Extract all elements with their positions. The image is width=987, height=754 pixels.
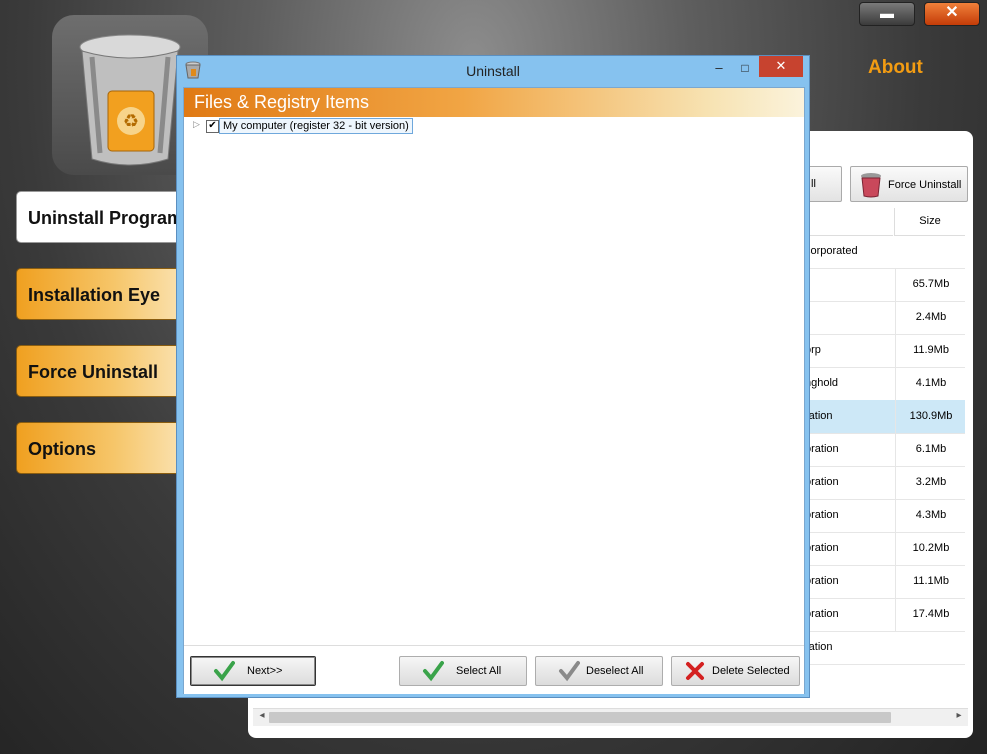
- size-cell: 6.1Mb: [895, 433, 966, 466]
- nav-installation-eye[interactable]: Installation Eye: [16, 268, 196, 320]
- table-row[interactable]: oration 3.2Mb: [805, 466, 965, 500]
- size-cell: 11.9Mb: [895, 334, 966, 367]
- dialog-minimize-button[interactable]: ‒: [711, 58, 727, 78]
- table-row[interactable]: .2.4Mb: [805, 301, 965, 335]
- size-cell: 130.9Mb: [895, 400, 966, 433]
- size-header-label: Size: [919, 215, 941, 227]
- nav-uninstall-programs[interactable]: Uninstall Programs: [16, 191, 196, 243]
- trash-can-icon: [861, 173, 881, 198]
- svg-text:♻: ♻: [123, 111, 139, 131]
- publisher-cell: oration: [805, 443, 839, 455]
- red-x-icon: [686, 662, 704, 680]
- force-uninstall-label: Force Uninstall: [888, 179, 962, 191]
- size-cell: 17.4Mb: [895, 598, 966, 631]
- scroll-right-icon[interactable]: ▸: [952, 710, 966, 721]
- publisher-cell: orp: [805, 344, 821, 356]
- app-close-button[interactable]: ✕: [924, 2, 980, 26]
- table-row[interactable]: oration 6.1Mb: [805, 433, 965, 467]
- publisher-cell: ration: [805, 410, 833, 422]
- next-button[interactable]: Next>>: [190, 656, 316, 686]
- publisher-cell: oration: [805, 608, 839, 620]
- dialog-body: Files & Registry Items ▷ ✔ My computer (…: [183, 87, 805, 694]
- app-minimize-button[interactable]: ▬: [859, 2, 915, 26]
- table-row[interactable]: oration 4.3Mb: [805, 499, 965, 533]
- checkmark-icon: [423, 661, 444, 682]
- uninstall-button-label: ll: [811, 178, 816, 190]
- size-cell: 2.4Mb: [895, 301, 966, 334]
- publisher-cell: oration: [805, 542, 839, 554]
- column-header-size[interactable]: Size: [894, 208, 965, 236]
- size-cell: 10.2Mb: [895, 532, 966, 565]
- deselect-all-button[interactable]: Deselect All: [535, 656, 663, 686]
- force-uninstall-button[interactable]: Force Uninstall: [850, 166, 968, 202]
- gray-checkmark-icon: [559, 661, 580, 682]
- table-row[interactable]: oration 11.1Mb: [805, 565, 965, 599]
- recycle-bin-icon: ♻: [79, 34, 181, 166]
- table-row[interactable]: nghold 4.1Mb: [805, 367, 965, 401]
- table-row[interactable]: orp 11.9Mb: [805, 334, 965, 368]
- table-row[interactable]: corporated: [805, 235, 965, 269]
- column-header-publisher[interactable]: r: [805, 208, 893, 236]
- dialog-title-bar: Uninstall ‒ □ ✕: [177, 56, 809, 84]
- size-cell: 4.1Mb: [895, 367, 966, 400]
- tree-item-label[interactable]: My computer (register 32 - bit version): [219, 118, 413, 134]
- checkmark-icon: [214, 661, 235, 682]
- about-link[interactable]: About: [868, 57, 923, 79]
- publisher-cell: corporated: [805, 245, 858, 257]
- publisher-cell: oration: [805, 575, 839, 587]
- size-cell: 3.2Mb: [895, 466, 966, 499]
- table-row[interactable]: oration 17.4Mb: [805, 598, 965, 632]
- publisher-cell: oration: [805, 509, 839, 521]
- select-all-label: Select All: [456, 665, 502, 677]
- publisher-cell: .: [805, 301, 893, 334]
- publisher-cell: .: [805, 268, 893, 301]
- nav-options[interactable]: Options: [16, 422, 196, 474]
- delete-selected-button[interactable]: Delete Selected: [671, 656, 800, 686]
- uninstall-dialog: Uninstall ‒ □ ✕ Files & Registry Items ▷…: [176, 55, 810, 698]
- table-row[interactable]: ration 130.9Mb: [805, 400, 965, 434]
- publisher-cell: ration: [805, 641, 833, 653]
- publisher-cell: oration: [805, 476, 839, 488]
- size-cell: 11.1Mb: [895, 565, 966, 598]
- horizontal-scrollbar[interactable]: ◂ ▸: [253, 708, 968, 726]
- table-row[interactable]: .65.7Mb: [805, 268, 965, 302]
- select-all-button[interactable]: Select All: [399, 656, 527, 686]
- next-button-label: Next>>: [247, 665, 283, 677]
- dialog-close-button[interactable]: ✕: [759, 56, 803, 77]
- publisher-cell: nghold: [805, 377, 839, 389]
- delete-selected-label: Delete Selected: [712, 665, 790, 677]
- deselect-all-label: Deselect All: [586, 665, 644, 677]
- size-cell: 4.3Mb: [895, 499, 966, 532]
- table-row[interactable]: ration: [805, 631, 965, 665]
- dialog-footer: Next>> Select All Deselect All Delete Se…: [184, 645, 804, 694]
- table-row[interactable]: oration 10.2Mb: [805, 532, 965, 566]
- size-cell: 65.7Mb: [895, 268, 966, 301]
- section-header: Files & Registry Items: [184, 88, 804, 117]
- dialog-maximize-button[interactable]: □: [737, 58, 753, 78]
- scrollbar-thumb[interactable]: [269, 712, 891, 723]
- nav-force-uninstall[interactable]: Force Uninstall: [16, 345, 196, 397]
- tree-item-checkbox[interactable]: ✔: [206, 120, 219, 133]
- expand-arrow-icon[interactable]: ▷: [193, 119, 200, 130]
- scroll-left-icon[interactable]: ◂: [255, 710, 269, 721]
